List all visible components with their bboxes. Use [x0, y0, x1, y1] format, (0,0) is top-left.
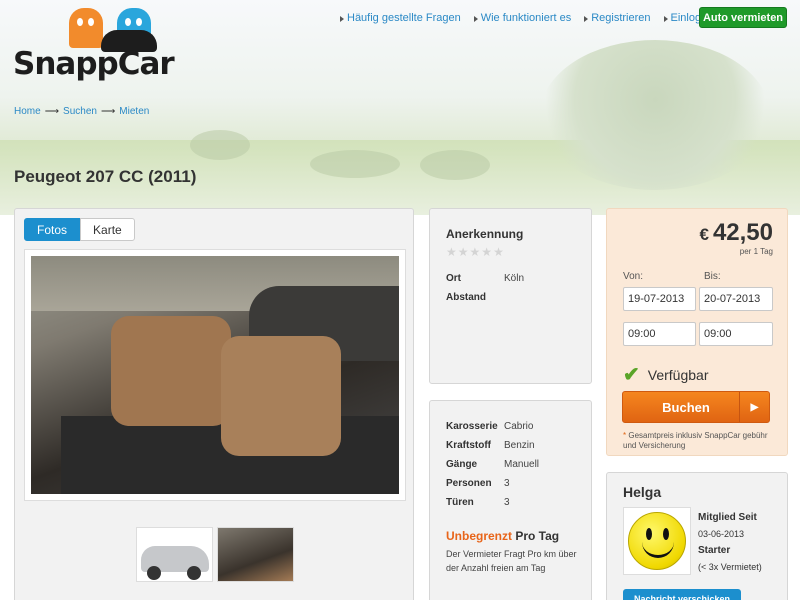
gallery-tabs: Fotos Karte	[24, 218, 135, 241]
price-note-text: Gesamtpreis inklusiv SnappCar gebühr und…	[623, 431, 768, 450]
star-icon: ★	[493, 245, 504, 259]
main-photo-frame	[24, 249, 406, 501]
from-date-field[interactable]: 19-07-2013	[623, 287, 696, 311]
play-arrow-icon: ▶	[739, 392, 769, 422]
rent-out-car-button[interactable]: Auto vermieten	[699, 7, 787, 28]
spec-key: Personen	[446, 478, 492, 489]
availability-status: ✔ Verfügbar	[623, 362, 708, 387]
spec-key: Karosserie	[446, 421, 498, 432]
nav-link-register[interactable]: Registrieren	[584, 12, 651, 24]
info-row-distance: Abstand	[446, 288, 524, 307]
spec-value: Cabrio	[504, 421, 534, 432]
tab-map[interactable]: Karte	[80, 218, 135, 241]
spec-value: Manuell	[504, 459, 540, 470]
spec-key: Kraftstoff	[446, 440, 491, 451]
from-time-field[interactable]: 09:00	[623, 322, 696, 346]
check-icon: ✔	[623, 364, 640, 386]
page-title: Peugeot 207 CC (2011)	[14, 167, 197, 186]
member-since-label: Mitglied Seit	[698, 512, 757, 523]
nav-link-faq[interactable]: Häufig gestellte Fragen	[340, 12, 461, 24]
price-per: per 1 Tag	[739, 247, 773, 256]
from-label: Von:	[623, 271, 644, 282]
send-message-button[interactable]: Nachricht verschicken	[623, 589, 741, 600]
unlimited-label: Unbegrenzt	[446, 529, 512, 543]
smiley-avatar-icon	[628, 512, 686, 570]
tab-photos[interactable]: Fotos	[24, 218, 81, 241]
avatar[interactable]	[623, 507, 691, 575]
main-car-photo[interactable]	[31, 256, 399, 494]
member-since-date: 03-06-2013	[698, 529, 745, 539]
photo-thumbnails	[136, 527, 298, 582]
rating-stars: ★ ★ ★ ★ ★	[446, 245, 523, 259]
top-navigation: Häufig gestellte Fragen Wie funktioniert…	[340, 12, 732, 24]
breadcrumb-search[interactable]: Suchen	[63, 106, 97, 117]
arrow-right-icon: ⟶	[44, 106, 60, 117]
currency-symbol: €	[699, 225, 709, 244]
price-amount: 42,50	[712, 219, 773, 246]
recognition-panel: Anerkennung ★ ★ ★ ★ ★ Ort Köln Abstand	[429, 208, 592, 384]
spec-row: Türen 3	[446, 493, 539, 512]
spec-value: 3	[504, 497, 510, 508]
star-icon: ★	[457, 245, 469, 259]
note-asterisk: *	[623, 431, 627, 440]
star-icon: ★	[469, 245, 481, 259]
booking-panel: €42,50 per 1 Tag Von: Bis: 19-07-2013 20…	[606, 208, 788, 456]
book-button-label: Buchen	[662, 399, 710, 415]
spec-key: Gänge	[446, 459, 478, 470]
spec-value: Benzin	[504, 440, 535, 451]
info-key: Abstand	[446, 292, 486, 303]
unlimited-per-day: Pro Tag	[515, 529, 560, 543]
spec-key: Türen	[446, 497, 474, 508]
unlimited-km-note: Der Vermieter Fragt Pro km über der Anza…	[446, 549, 577, 573]
info-value: Köln	[504, 273, 525, 284]
owner-info: Mitglied Seit 03-06-2013 Starter (< 3x V…	[698, 509, 762, 575]
recognition-heading: Anerkennung	[446, 227, 524, 241]
thumbnail-exterior[interactable]	[136, 527, 213, 582]
unlimited-km-heading: Unbegrenzt Pro Tag	[446, 529, 586, 543]
spec-row: Karosserie Cabrio	[446, 417, 539, 436]
owner-name: Helga	[623, 484, 662, 500]
owner-panel: Helga Mitglied Seit 03-06-2013 Starter (…	[606, 472, 788, 600]
mascot-orange-icon	[69, 8, 103, 48]
breadcrumb-rent[interactable]: Mieten	[119, 106, 149, 117]
brand-name: SnappCar	[13, 46, 175, 82]
breadcrumb-home[interactable]: Home	[14, 106, 41, 117]
breadcrumb: Home ⟶ Suchen ⟶ Mieten	[14, 106, 153, 117]
star-icon: ★	[481, 245, 493, 259]
book-button[interactable]: Buchen ▶	[622, 391, 770, 423]
spec-row: Gänge Manuell	[446, 455, 539, 474]
specs-panel: Karosserie Cabrio Kraftstoff Benzin Gänge M…	[429, 400, 592, 600]
thumbnail-interior[interactable]	[217, 527, 294, 582]
spec-row: Kraftstoff Benzin	[446, 436, 539, 455]
availability-text: Verfügbar	[647, 366, 709, 383]
to-time-field[interactable]: 09:00	[699, 322, 773, 346]
owner-rentals: (< 3x Vermietet)	[698, 562, 762, 572]
star-icon: ★	[446, 245, 457, 259]
spec-value: 3	[504, 478, 510, 489]
nav-link-how-it-works[interactable]: Wie funktioniert es	[473, 12, 571, 24]
info-key: Ort	[446, 273, 461, 284]
snappcar-logo[interactable]: SnappCar	[13, 8, 188, 83]
to-date-field[interactable]: 20-07-2013	[699, 287, 773, 311]
price-block: €42,50 per 1 Tag	[699, 219, 773, 256]
info-row-location: Ort Köln	[446, 269, 524, 288]
spec-row: Personen 3	[446, 474, 539, 493]
gallery-panel: Fotos Karte	[14, 208, 414, 600]
price-note: * Gesamtpreis inklusiv SnappCar gebühr u…	[623, 431, 783, 451]
to-label: Bis:	[704, 271, 721, 282]
arrow-right-icon: ⟶	[100, 106, 116, 117]
owner-level: Starter	[698, 545, 731, 556]
